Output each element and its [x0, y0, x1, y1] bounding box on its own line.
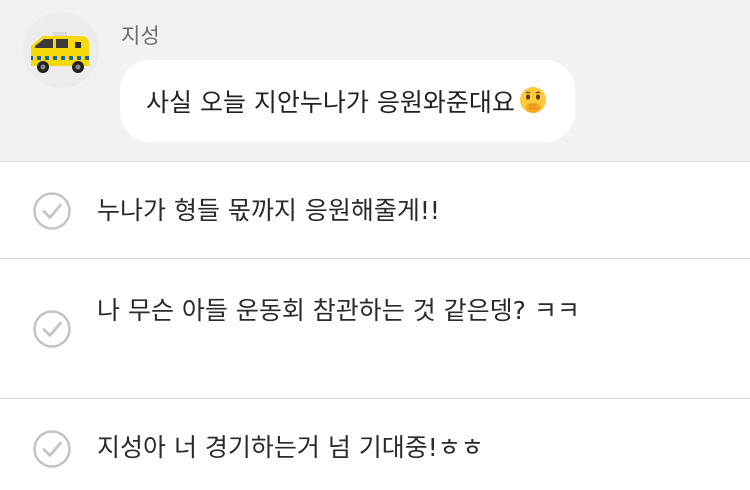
face-with-hand-over-mouth-icon	[519, 87, 546, 113]
reply-options-list: 누나가 형들 몫까지 응원해줄게!! 나 무슨 아들 운동회 참관하는 것 같은…	[0, 162, 750, 490]
check-circle-icon	[33, 430, 71, 468]
reply-option-text: 나 무슨 아들 운동회 참관하는 것 같은뎅? ㅋㅋ	[97, 296, 580, 325]
reply-option-2[interactable]: 나 무슨 아들 운동회 참관하는 것 같은뎅? ㅋㅋ	[0, 259, 750, 399]
reply-option-1[interactable]: 누나가 형들 몫까지 응원해줄게!!	[0, 162, 750, 259]
message-bubble: 사실 오늘 지안누나가 응원와준대요	[120, 60, 575, 142]
reply-option-3[interactable]: 지성아 너 경기하는거 넘 기대중!ㅎㅎ	[0, 399, 750, 490]
sender-name: 지성	[121, 24, 160, 48]
reply-option-text: 누나가 형들 몫까지 응원해줄게!!	[97, 196, 440, 225]
message-text: 사실 오늘 지안누나가 응원와준대요	[146, 88, 515, 117]
chat-message-area: 지성 사실 오늘 지안누나가 응원와준대요	[0, 0, 750, 162]
check-circle-icon	[33, 192, 71, 230]
check-circle-icon	[33, 310, 71, 348]
avatar[interactable]	[23, 12, 99, 88]
reply-option-text: 지성아 너 경기하는거 넘 기대중!ㅎㅎ	[97, 433, 484, 462]
ambulance-icon	[23, 12, 99, 88]
